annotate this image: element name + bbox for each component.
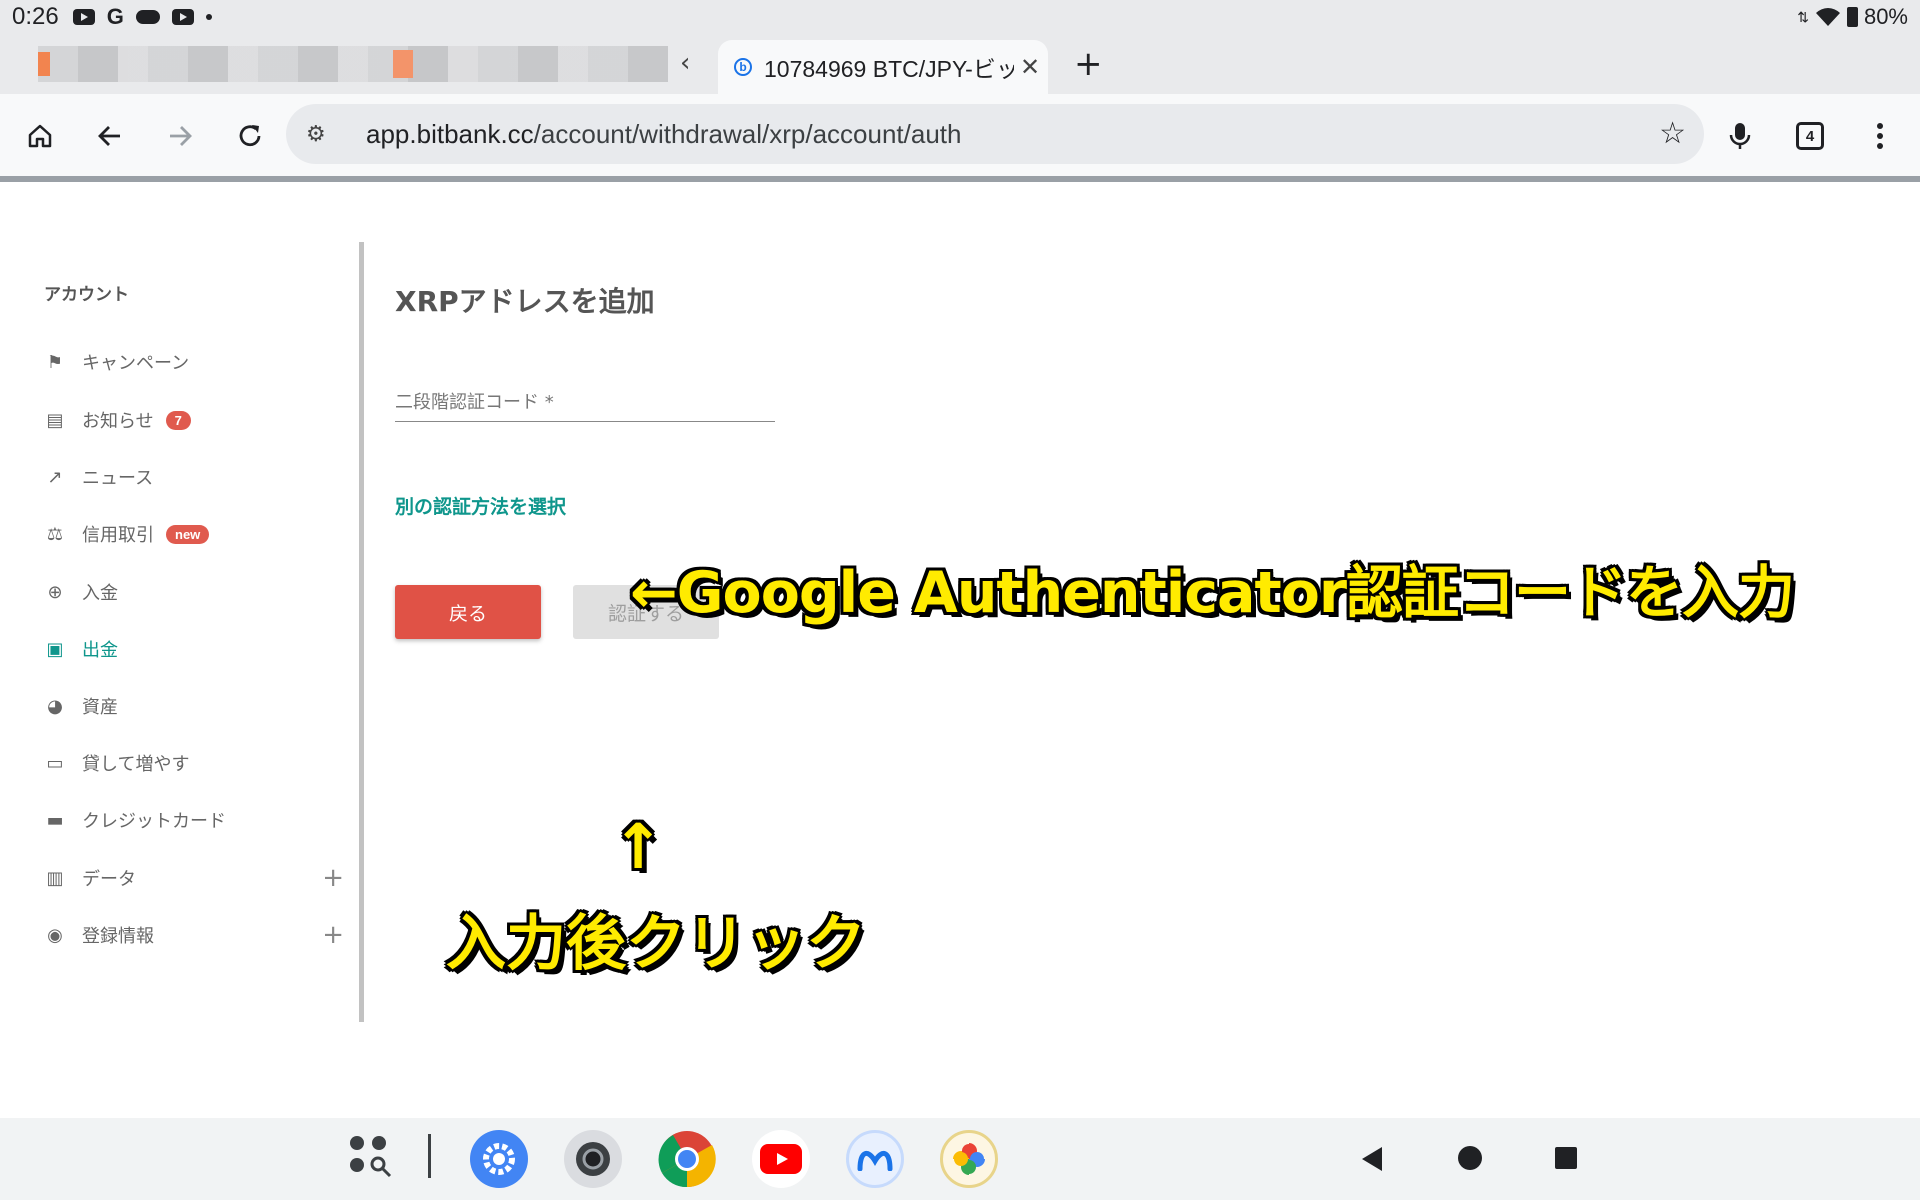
flag-icon: ⚑	[46, 351, 64, 373]
reload-icon[interactable]	[228, 114, 272, 158]
sidebar-item-margin-trading[interactable]: ⚖ 信用取引 new	[44, 519, 344, 549]
sidebar-item-credit-card[interactable]: ▬ クレジットカード	[44, 805, 344, 835]
home-icon[interactable]	[18, 114, 62, 158]
android-nav-bar	[0, 1118, 1920, 1200]
overflow-menu-icon[interactable]	[1858, 114, 1902, 158]
youtube-notification-icon	[72, 9, 95, 25]
meta-app-icon[interactable]	[846, 1130, 904, 1188]
notification-count-badge: 7	[165, 410, 191, 430]
expand-plus-icon[interactable]: +	[322, 863, 344, 893]
sidebar-item-label: 資産	[82, 697, 118, 718]
wallet-icon: ▣	[46, 638, 64, 660]
sidebar-item-label: データ	[82, 869, 136, 890]
sidebar-item-label: 信用取引	[82, 525, 154, 546]
address-bar[interactable]: ⚙ app.bitbank.cc/account/withdrawal/xrp/…	[286, 104, 1704, 164]
more-notifications-icon	[205, 14, 212, 20]
tab-strip: ‹ b 10784969 BTC/JPY-ビッ ✕ +	[0, 34, 1920, 94]
tab-count: 4	[1796, 122, 1824, 150]
site-settings-icon[interactable]: ⚙	[306, 122, 336, 147]
data-transfer-icon: ⇅	[1797, 8, 1809, 25]
page-title: XRPアドレスを追加	[395, 285, 655, 318]
close-tab-icon[interactable]: ✕	[1020, 53, 1040, 81]
chrome-app-icon[interactable]	[658, 1130, 716, 1188]
code-input-placeholder: 二段階認証コード *	[395, 392, 554, 413]
back-button[interactable]: 戻る	[395, 585, 541, 639]
sidebar-item-withdrawal[interactable]: ▣ 出金	[44, 634, 344, 664]
new-tab-button[interactable]: +	[1074, 44, 1103, 84]
new-badge: new	[166, 524, 210, 544]
status-bar: 0:26 G ⇅ 80%	[0, 0, 1920, 34]
cloud-icon	[135, 10, 160, 24]
tab-title: 10784969 BTC/JPY-ビッ	[764, 56, 1014, 82]
sidebar-item-data[interactable]: ▥ データ +	[44, 863, 344, 893]
plus-circle-icon: ⊕	[47, 581, 63, 603]
nav-back-icon[interactable]	[1360, 1146, 1384, 1172]
sidebar-item-label: ニュース	[82, 468, 154, 489]
back-arrow-icon[interactable]	[88, 114, 132, 158]
sidebar-item-label: 入金	[82, 583, 118, 604]
sidebar-item-news[interactable]: ↗ ニュース	[44, 462, 344, 492]
url-host: app.bitbank.cc	[366, 118, 534, 149]
cash-icon: ▭	[46, 752, 64, 774]
sidebar-item-label: クレジットカード	[82, 811, 226, 832]
sidebar-section-title: アカウント	[44, 285, 129, 305]
sidebar-scrollbar[interactable]	[359, 242, 364, 1022]
sidebar-item-lending[interactable]: ▭ 貸して増やす	[44, 748, 344, 778]
account-sidebar: アカウント ⚑ キャンペーン ▤ お知らせ 7 ↗ ニュース ⚖ 信用取引 ne…	[0, 242, 364, 1027]
browser-toolbar: ⚙ app.bitbank.cc/account/withdrawal/xrp/…	[0, 94, 1920, 178]
credit-card-icon: ▬	[46, 809, 64, 831]
settings-app-icon[interactable]	[470, 1130, 528, 1188]
tab-favicon	[38, 52, 50, 76]
tab-switcher-button[interactable]: 4	[1788, 114, 1832, 158]
clock: 0:26	[12, 3, 59, 30]
annotation-click-hint: 入力後クリック	[446, 909, 866, 979]
clipboard-icon: ▥	[46, 867, 64, 889]
sidebar-item-notices[interactable]: ▤ お知らせ 7	[44, 405, 344, 435]
battery-percent: 80%	[1863, 4, 1908, 29]
youtube-app-icon[interactable]	[752, 1130, 810, 1188]
photos-app-icon[interactable]	[940, 1130, 998, 1188]
sidebar-item-label: 貸して増やす	[82, 754, 190, 775]
sidebar-item-assets[interactable]: ◕ 資産	[44, 691, 344, 721]
microphone-icon[interactable]	[1718, 114, 1762, 158]
camera-app-icon[interactable]	[564, 1130, 622, 1188]
nav-recents-icon[interactable]	[1554, 1146, 1578, 1170]
message-icon: ▤	[46, 409, 64, 431]
blurred-tab[interactable]	[38, 46, 668, 82]
sidebar-item-label: 出金	[82, 640, 118, 661]
nav-home-icon[interactable]	[1456, 1144, 1484, 1172]
dock-divider	[428, 1134, 431, 1178]
bookmark-star-icon[interactable]: ☆	[1659, 116, 1686, 151]
sidebar-item-campaign[interactable]: ⚑ キャンペーン	[44, 347, 344, 377]
sidebar-item-label: 登録情報	[82, 926, 154, 947]
alt-auth-method-link[interactable]: 別の認証方法を選択	[395, 492, 566, 519]
scale-icon: ⚖	[46, 523, 64, 545]
pie-chart-icon: ◕	[47, 695, 63, 717]
tab-scroll-left-icon[interactable]: ‹	[680, 48, 690, 78]
sidebar-item-deposit[interactable]: ⊕ 入金	[44, 577, 344, 607]
annotation-arrow: ↑	[612, 810, 664, 883]
wifi-icon	[1815, 8, 1840, 26]
tab-favicon	[393, 50, 413, 78]
forward-arrow-icon[interactable]	[158, 114, 202, 158]
youtube-notification-icon-2	[171, 9, 194, 25]
app-drawer-icon[interactable]	[350, 1136, 392, 1178]
web-page: アカウント ⚑ キャンペーン ▤ お知らせ 7 ↗ ニュース ⚖ 信用取引 ne…	[0, 182, 1920, 1118]
two-factor-code-input[interactable]: 二段階認証コード *	[395, 382, 775, 422]
sidebar-item-label: お知らせ	[82, 411, 154, 432]
sidebar-item-registration[interactable]: ◉ 登録情報 +	[44, 920, 344, 950]
annotation-code-hint: ←Google Authenticator認証コードを入力	[630, 560, 1795, 626]
news-icon: ↗	[47, 466, 63, 488]
bitbank-favicon: b	[734, 58, 752, 76]
google-notification-icon: G	[106, 4, 124, 29]
battery-icon	[1846, 7, 1858, 27]
sidebar-item-label: キャンペーン	[82, 353, 190, 374]
url-text[interactable]: app.bitbank.cc/account/withdrawal/xrp/ac…	[366, 119, 961, 150]
url-path: /account/withdrawal/xrp/account/auth	[533, 118, 962, 149]
tab-active[interactable]: b 10784969 BTC/JPY-ビッ ✕	[718, 40, 1048, 94]
expand-plus-icon[interactable]: +	[322, 920, 344, 950]
account-circle-icon: ◉	[47, 924, 63, 946]
